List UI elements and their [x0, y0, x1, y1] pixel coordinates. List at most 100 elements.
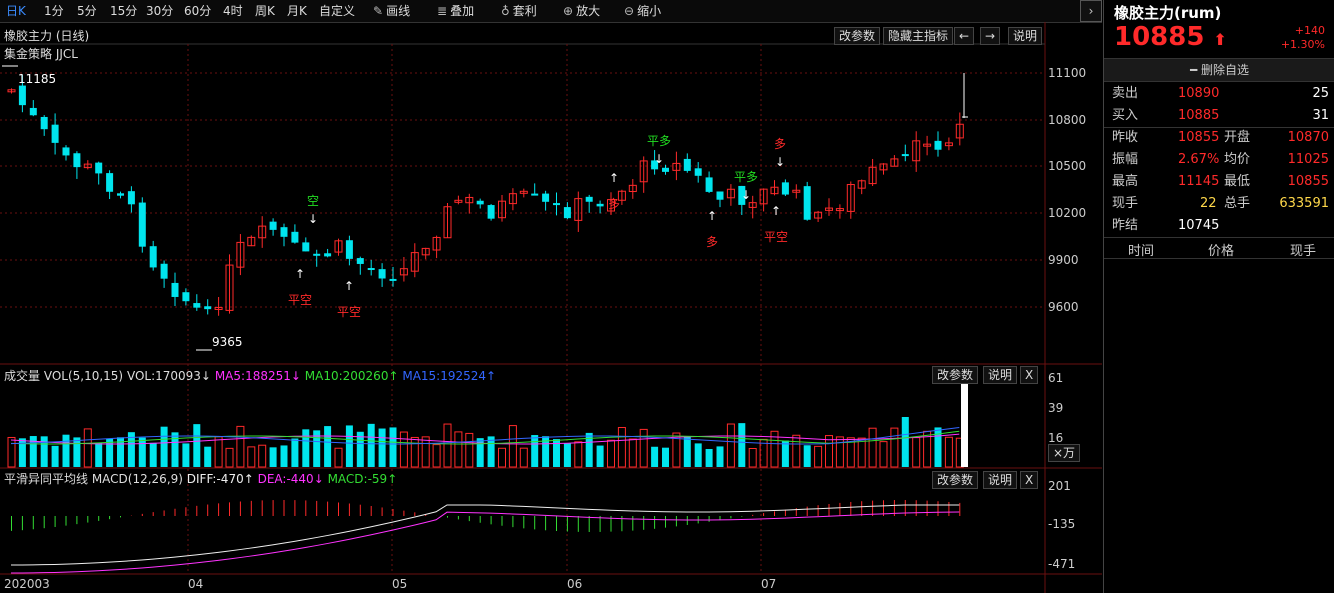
signal-arrow-icon: ↑	[771, 204, 781, 218]
minus-icon: ━	[1189, 63, 1198, 77]
volume-bar	[563, 443, 571, 467]
volume-bar	[258, 444, 267, 468]
candle-body	[378, 269, 386, 279]
ask-label: 卖出	[1112, 86, 1139, 101]
macd-tick-label: -471	[1048, 557, 1075, 571]
stat-value: 10855	[1178, 130, 1220, 145]
candle-body	[51, 124, 59, 143]
ask-row: 卖出 10890 25	[1104, 83, 1334, 105]
volume-bar	[944, 436, 953, 468]
volume-bar	[7, 436, 16, 468]
last-price: 10885 ⬆	[1114, 22, 1227, 52]
price-tick-label: 9900	[1048, 253, 1079, 267]
signal-arrow-icon: ↓	[741, 188, 751, 202]
volume-label: 成交量 VOL(5,10,15)	[4, 369, 124, 383]
stat-value: 10870	[1287, 130, 1329, 145]
volume-bar	[825, 435, 833, 468]
main-edit-params-button[interactable]: 改参数	[834, 27, 881, 45]
volume-bar	[399, 431, 408, 468]
candle-body	[901, 154, 909, 157]
volume-bar	[345, 425, 353, 467]
volume-bar	[748, 447, 757, 468]
stat-value: 22	[1200, 196, 1217, 211]
volume-ma-line	[10, 427, 960, 445]
volume-bar	[204, 446, 212, 467]
candle-body	[553, 203, 560, 206]
volume-bar	[18, 438, 26, 467]
main-help-button[interactable]: 说明	[1008, 27, 1043, 45]
volume-bar	[912, 437, 921, 468]
stat-value: 11145	[1178, 174, 1220, 189]
volume-bar	[868, 427, 877, 468]
kline-chart[interactable]: 11100 10800 10500 10200 9900 9600 202003 04 05 06…	[0, 0, 1102, 593]
signal-arrow-icon: ↓	[775, 155, 785, 169]
candle-body	[356, 258, 364, 264]
stat-row-amplitude: 振幅 2.67% 均价 11025	[1104, 149, 1334, 171]
volume-bar	[596, 445, 604, 467]
volume-bar	[835, 436, 844, 468]
macd-dea-line	[10, 511, 960, 574]
candle-body	[269, 221, 277, 230]
hide-main-indicator-button[interactable]: 隐藏主指标	[883, 27, 954, 45]
candle-body	[476, 200, 484, 205]
volume-bar	[302, 429, 310, 467]
candle-body	[106, 173, 114, 192]
volume-bar	[410, 436, 419, 468]
volume-ma15: MA15:192524↑	[402, 369, 497, 383]
candle-body	[204, 306, 212, 310]
candle-body	[563, 207, 571, 219]
stat-row-prev-settle: 昨结 10745	[1104, 215, 1334, 237]
volume-bar	[225, 447, 234, 468]
volume-bar	[716, 446, 724, 467]
price-tick-label: 10200	[1048, 206, 1086, 220]
signal-label: 多	[774, 137, 786, 151]
time-tick-label: 202003	[4, 577, 50, 591]
volume-bar	[432, 444, 441, 468]
macd-help-button[interactable]: 说明	[983, 471, 1018, 489]
candle-body	[683, 158, 691, 171]
volume-bar	[291, 438, 299, 467]
divider	[1104, 237, 1334, 238]
volume-bar	[574, 441, 583, 468]
volume-ma10: MA10:200260↑	[304, 369, 399, 383]
candle-body	[542, 193, 550, 202]
stat-row-prev-close: 昨收 10855 开盘 10870	[1104, 127, 1334, 149]
volume-bar	[334, 447, 343, 468]
macd-value: MACD:-59↑	[327, 472, 398, 486]
bid-volume: 31	[1312, 108, 1329, 123]
volume-bar	[149, 442, 157, 467]
divider	[1104, 258, 1334, 259]
volume-bar	[465, 432, 474, 468]
volume-bar	[792, 434, 801, 468]
candle-body	[389, 278, 397, 281]
signal-arrow-icon: ↓	[654, 152, 664, 166]
volume-edit-params-button[interactable]: 改参数	[932, 366, 979, 384]
volume-indicator-label: 成交量 VOL(5,10,15) VOL:170093↓ MA5:188251↓…	[4, 367, 496, 384]
signal-arrow-icon: ↑	[609, 171, 619, 185]
volume-bar	[193, 424, 201, 467]
bid-price: 10885	[1178, 108, 1220, 123]
signal-label: 多	[706, 235, 718, 249]
volume-bar	[607, 439, 615, 468]
bid-row: 买入 10885 31	[1104, 105, 1334, 127]
ask-price: 10890	[1178, 86, 1220, 101]
remove-watchlist-button[interactable]: ━ 删除自选	[1104, 58, 1334, 82]
candle-body	[149, 246, 157, 268]
volume-bar	[531, 435, 539, 467]
trade-header-price: 价格	[1208, 244, 1235, 259]
stat-value: 10855	[1287, 174, 1329, 189]
macd-edit-params-button[interactable]: 改参数	[932, 471, 979, 489]
volume-bar	[454, 431, 463, 468]
volume-close-button[interactable]: X	[1020, 366, 1039, 384]
arrow-left-button[interactable]: ←	[954, 27, 975, 45]
arrow-right-button[interactable]: →	[980, 27, 1001, 45]
volume-bar	[617, 427, 626, 468]
volume-bar	[857, 437, 866, 468]
volume-bar	[781, 440, 789, 467]
signal-arrow-icon: ↑	[344, 279, 354, 293]
signal-arrow-icon: ↑	[295, 267, 305, 281]
volume-bar	[324, 426, 332, 467]
volume-help-button[interactable]: 说明	[983, 366, 1018, 384]
stat-label: 最低	[1224, 174, 1251, 189]
macd-close-button[interactable]: X	[1020, 471, 1039, 489]
